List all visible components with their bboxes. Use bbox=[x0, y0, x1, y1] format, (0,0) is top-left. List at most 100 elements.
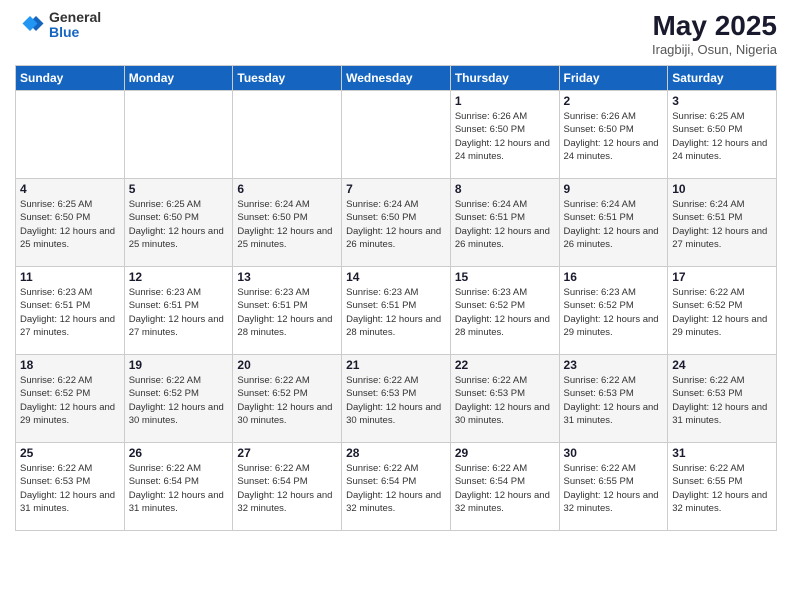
calendar-week-row: 1Sunrise: 6:26 AM Sunset: 6:50 PM Daylig… bbox=[16, 91, 777, 179]
calendar-table: Sunday Monday Tuesday Wednesday Thursday… bbox=[15, 65, 777, 531]
table-row: 12Sunrise: 6:23 AM Sunset: 6:51 PM Dayli… bbox=[124, 267, 233, 355]
calendar-week-row: 11 Sunrise: 6:23 AM Sunset: 6:51 PM Dayli… bbox=[16, 267, 777, 355]
page: General Blue May 2025 Iragbiji, Osun, Ni… bbox=[0, 0, 792, 612]
header: General Blue May 2025 Iragbiji, Osun, Ni… bbox=[15, 10, 777, 57]
day-info: Sunrise: 6:23 AM Sunset: 6:51 PM Dayligh… bbox=[346, 286, 446, 339]
day-info: Sunrise: 6:22 AM Sunset: 6:54 PM Dayligh… bbox=[237, 462, 337, 515]
table-row: 23Sunrise: 6:22 AM Sunset: 6:53 PM Dayli… bbox=[559, 355, 668, 443]
day-info: Sunrise: 6:22 AM Sunset: 6:52 PM Dayligh… bbox=[129, 374, 229, 427]
day-number: 15 bbox=[455, 270, 555, 284]
title-block: May 2025 Iragbiji, Osun, Nigeria bbox=[652, 10, 777, 57]
col-wednesday: Wednesday bbox=[342, 66, 451, 91]
day-number: 4 bbox=[20, 182, 120, 196]
table-row: 11 Sunrise: 6:23 AM Sunset: 6:51 PM Dayli… bbox=[16, 267, 125, 355]
day-number: 28 bbox=[346, 446, 446, 460]
table-row: 8 Sunrise: 6:24 AM Sunset: 6:51 PM Daylig… bbox=[450, 179, 559, 267]
day-info: Sunrise: 6:24 AM Sunset: 6:50 PM Dayligh… bbox=[237, 198, 337, 251]
day-number: 22 bbox=[455, 358, 555, 372]
day-info: Sunrise: 6:22 AM Sunset: 6:52 PM Dayligh… bbox=[237, 374, 337, 427]
col-sunday: Sunday bbox=[16, 66, 125, 91]
table-row: 30 Sunrise: 6:22 AM Sunset: 6:55 PM Dayli… bbox=[559, 443, 668, 531]
table-row: 18 Sunrise: 6:22 AM Sunset: 6:52 PM Dayli… bbox=[16, 355, 125, 443]
col-thursday: Thursday bbox=[450, 66, 559, 91]
day-number: 11 bbox=[20, 270, 120, 284]
day-number: 26 bbox=[129, 446, 229, 460]
day-number: 31 bbox=[672, 446, 772, 460]
day-number: 30 bbox=[564, 446, 664, 460]
table-row: 17 Sunrise: 6:22 AM Sunset: 6:52 PM Dayli… bbox=[668, 267, 777, 355]
calendar-header-row: Sunday Monday Tuesday Wednesday Thursday… bbox=[16, 66, 777, 91]
day-info: Sunrise: 6:22 AM Sunset: 6:55 PM Dayligh… bbox=[564, 462, 664, 515]
table-row: 20 Sunrise: 6:22 AM Sunset: 6:52 PM Dayli… bbox=[233, 355, 342, 443]
table-row bbox=[124, 91, 233, 179]
table-row: 22Sunrise: 6:22 AM Sunset: 6:53 PM Dayli… bbox=[450, 355, 559, 443]
table-row: 5Sunrise: 6:25 AM Sunset: 6:50 PM Daylig… bbox=[124, 179, 233, 267]
table-row: 27 Sunrise: 6:22 AM Sunset: 6:54 PM Dayli… bbox=[233, 443, 342, 531]
table-row: 19 Sunrise: 6:22 AM Sunset: 6:52 PM Dayli… bbox=[124, 355, 233, 443]
logo-icon bbox=[15, 10, 45, 40]
col-tuesday: Tuesday bbox=[233, 66, 342, 91]
table-row: 26 Sunrise: 6:22 AM Sunset: 6:54 PM Dayli… bbox=[124, 443, 233, 531]
table-row: 24Sunrise: 6:22 AM Sunset: 6:53 PM Dayli… bbox=[668, 355, 777, 443]
day-info: Sunrise: 6:23 AM Sunset: 6:52 PM Dayligh… bbox=[564, 286, 664, 339]
day-info: Sunrise: 6:22 AM Sunset: 6:53 PM Dayligh… bbox=[672, 374, 772, 427]
day-info: Sunrise: 6:25 AM Sunset: 6:50 PM Dayligh… bbox=[672, 110, 772, 163]
table-row: 4 Sunrise: 6:25 AM Sunset: 6:50 PM Daylig… bbox=[16, 179, 125, 267]
table-row: 31 Sunrise: 6:22 AM Sunset: 6:55 PM Dayli… bbox=[668, 443, 777, 531]
day-info: Sunrise: 6:22 AM Sunset: 6:54 PM Dayligh… bbox=[346, 462, 446, 515]
day-info: Sunrise: 6:24 AM Sunset: 6:51 PM Dayligh… bbox=[455, 198, 555, 251]
day-number: 25 bbox=[20, 446, 120, 460]
day-info: Sunrise: 6:23 AM Sunset: 6:51 PM Dayligh… bbox=[20, 286, 120, 339]
day-number: 6 bbox=[237, 182, 337, 196]
table-row: 29 Sunrise: 6:22 AM Sunset: 6:54 PM Dayli… bbox=[450, 443, 559, 531]
table-row: 21Sunrise: 6:22 AM Sunset: 6:53 PM Dayli… bbox=[342, 355, 451, 443]
day-number: 7 bbox=[346, 182, 446, 196]
table-row: 15Sunrise: 6:23 AM Sunset: 6:52 PM Dayli… bbox=[450, 267, 559, 355]
table-row: 9Sunrise: 6:24 AM Sunset: 6:51 PM Daylig… bbox=[559, 179, 668, 267]
day-info: Sunrise: 6:22 AM Sunset: 6:55 PM Dayligh… bbox=[672, 462, 772, 515]
day-info: Sunrise: 6:23 AM Sunset: 6:51 PM Dayligh… bbox=[237, 286, 337, 339]
table-row bbox=[16, 91, 125, 179]
day-info: Sunrise: 6:22 AM Sunset: 6:54 PM Dayligh… bbox=[129, 462, 229, 515]
calendar-title: May 2025 bbox=[652, 10, 777, 42]
calendar-week-row: 4 Sunrise: 6:25 AM Sunset: 6:50 PM Daylig… bbox=[16, 179, 777, 267]
day-number: 27 bbox=[237, 446, 337, 460]
day-number: 13 bbox=[237, 270, 337, 284]
day-number: 17 bbox=[672, 270, 772, 284]
day-number: 20 bbox=[237, 358, 337, 372]
table-row: 14Sunrise: 6:23 AM Sunset: 6:51 PM Dayli… bbox=[342, 267, 451, 355]
day-info: Sunrise: 6:22 AM Sunset: 6:54 PM Dayligh… bbox=[455, 462, 555, 515]
table-row: 3 Sunrise: 6:25 AM Sunset: 6:50 PM Daylig… bbox=[668, 91, 777, 179]
day-number: 8 bbox=[455, 182, 555, 196]
day-number: 23 bbox=[564, 358, 664, 372]
logo-general-label: General bbox=[49, 10, 101, 25]
day-number: 3 bbox=[672, 94, 772, 108]
day-info: Sunrise: 6:25 AM Sunset: 6:50 PM Dayligh… bbox=[129, 198, 229, 251]
table-row bbox=[233, 91, 342, 179]
day-info: Sunrise: 6:22 AM Sunset: 6:52 PM Dayligh… bbox=[20, 374, 120, 427]
day-info: Sunrise: 6:22 AM Sunset: 6:52 PM Dayligh… bbox=[672, 286, 772, 339]
day-number: 29 bbox=[455, 446, 555, 460]
day-number: 19 bbox=[129, 358, 229, 372]
day-info: Sunrise: 6:24 AM Sunset: 6:50 PM Dayligh… bbox=[346, 198, 446, 251]
logo-text: General Blue bbox=[49, 10, 101, 41]
day-number: 18 bbox=[20, 358, 120, 372]
table-row: 13 Sunrise: 6:23 AM Sunset: 6:51 PM Dayli… bbox=[233, 267, 342, 355]
day-number: 16 bbox=[564, 270, 664, 284]
logo: General Blue bbox=[15, 10, 101, 41]
table-row: 1Sunrise: 6:26 AM Sunset: 6:50 PM Daylig… bbox=[450, 91, 559, 179]
day-info: Sunrise: 6:23 AM Sunset: 6:51 PM Dayligh… bbox=[129, 286, 229, 339]
table-row: 2Sunrise: 6:26 AM Sunset: 6:50 PM Daylig… bbox=[559, 91, 668, 179]
calendar-week-row: 25Sunrise: 6:22 AM Sunset: 6:53 PM Dayli… bbox=[16, 443, 777, 531]
table-row: 28 Sunrise: 6:22 AM Sunset: 6:54 PM Dayli… bbox=[342, 443, 451, 531]
day-number: 2 bbox=[564, 94, 664, 108]
day-info: Sunrise: 6:24 AM Sunset: 6:51 PM Dayligh… bbox=[672, 198, 772, 251]
day-number: 1 bbox=[455, 94, 555, 108]
calendar-subtitle: Iragbiji, Osun, Nigeria bbox=[652, 42, 777, 57]
col-monday: Monday bbox=[124, 66, 233, 91]
day-info: Sunrise: 6:25 AM Sunset: 6:50 PM Dayligh… bbox=[20, 198, 120, 251]
calendar-week-row: 18 Sunrise: 6:22 AM Sunset: 6:52 PM Dayli… bbox=[16, 355, 777, 443]
day-number: 10 bbox=[672, 182, 772, 196]
table-row: 16 Sunrise: 6:23 AM Sunset: 6:52 PM Dayli… bbox=[559, 267, 668, 355]
table-row: 25Sunrise: 6:22 AM Sunset: 6:53 PM Dayli… bbox=[16, 443, 125, 531]
